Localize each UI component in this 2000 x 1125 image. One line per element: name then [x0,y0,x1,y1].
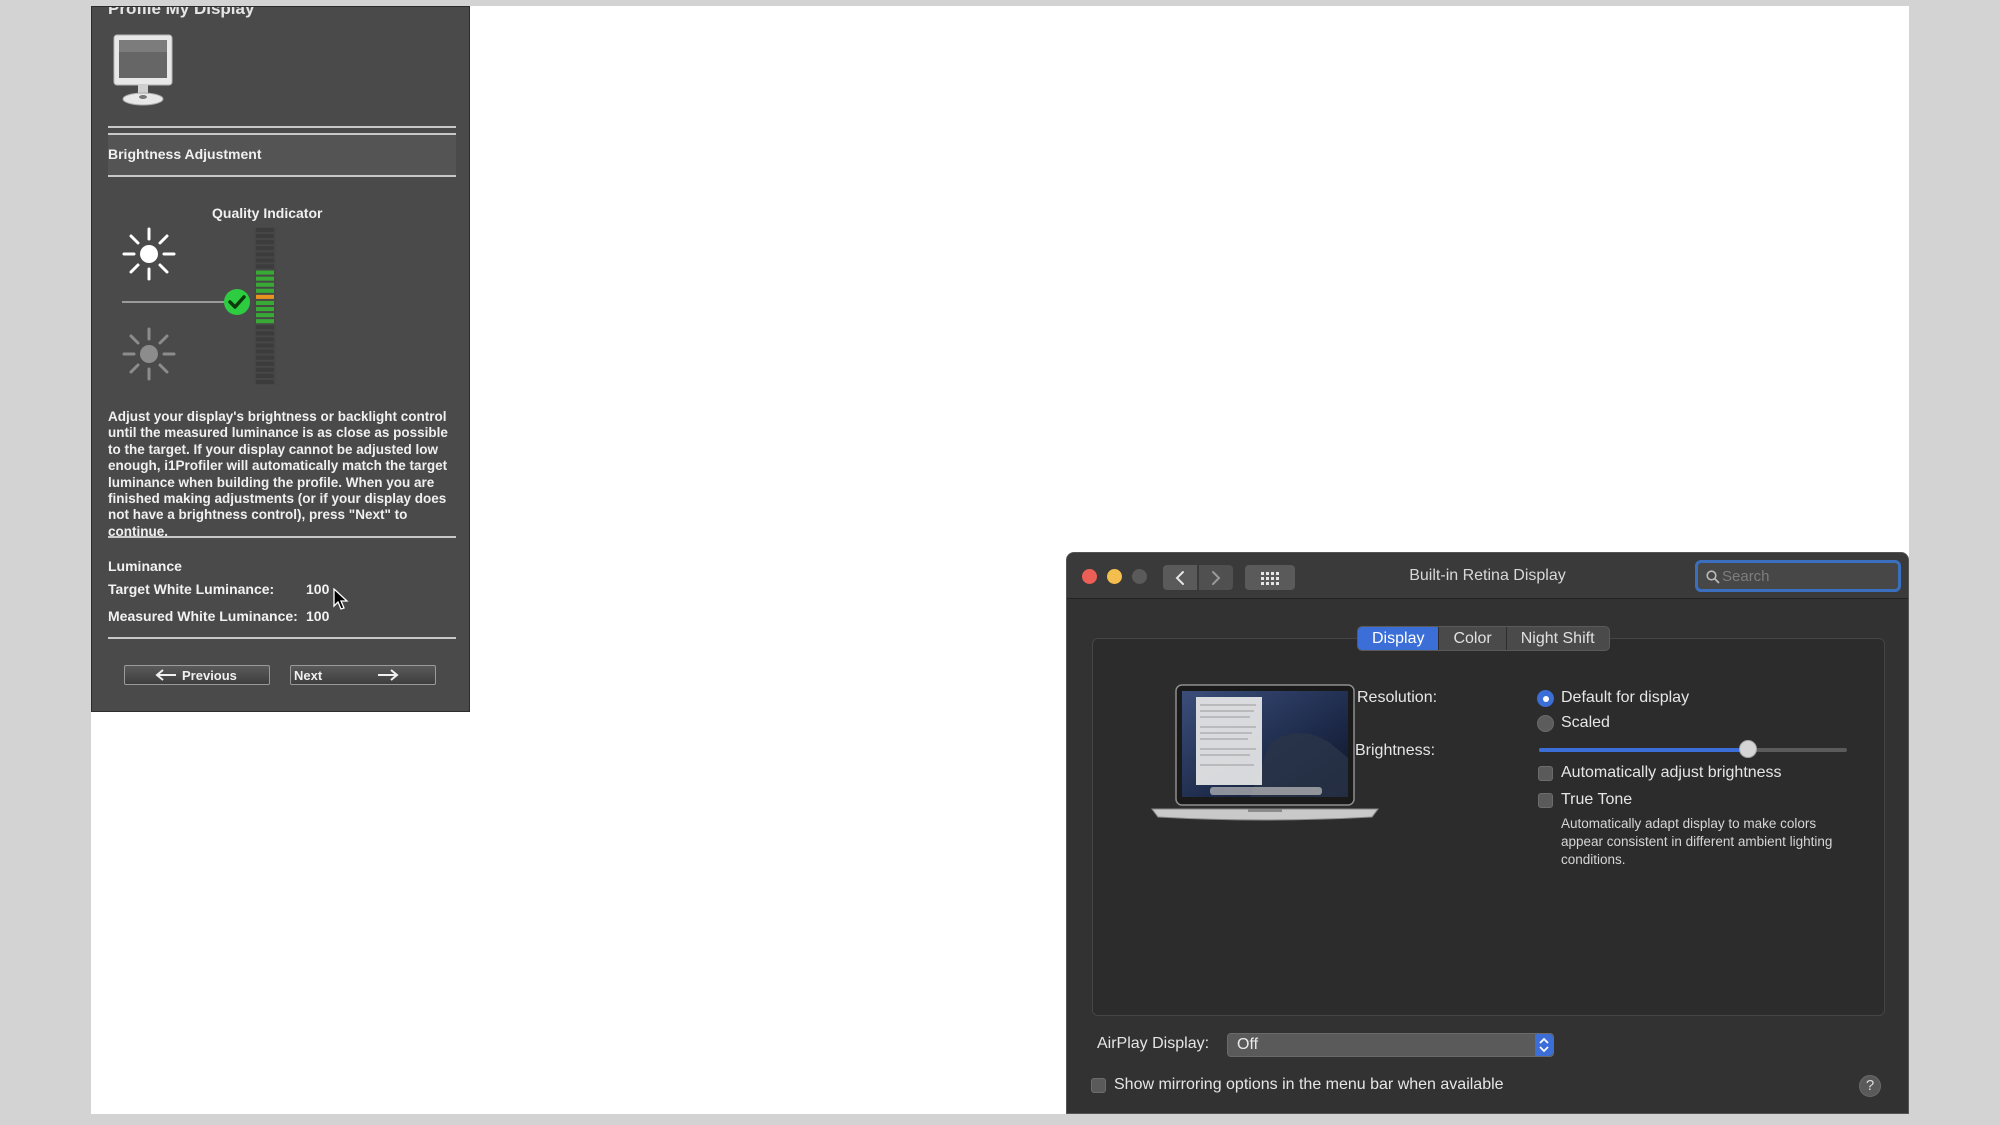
quality-meter-bar [256,307,274,312]
section-header: Brightness Adjustment [108,133,456,177]
measured-luminance-row: Measured White Luminance: 100 [108,608,329,624]
measured-luminance-label: Measured White Luminance: [108,608,298,624]
search-field[interactable] [1695,560,1901,592]
true-tone-description: Automatically adapt display to make colo… [1561,816,1833,867]
previous-label: Previous [182,668,237,683]
mirroring-options-checkbox[interactable] [1091,1078,1106,1093]
brightness-slider[interactable] [1539,748,1847,752]
quality-meter-bar [256,240,274,245]
measured-luminance-value: 100 [306,608,330,624]
tab-bar: Display Color Night Shift [1357,626,1610,651]
target-luminance-row: Target White Luminance: 100 [108,581,329,597]
quality-meter-bar [256,373,274,378]
next-button[interactable]: Next [290,665,436,685]
quality-meter-bar [256,367,274,372]
brightness-label: Brightness: [1355,742,1436,759]
select-stepper-icon [1535,1034,1553,1056]
quality-meter-bar [256,228,274,233]
search-input[interactable] [1722,566,1892,586]
i1profiler-panel: Profile My Display Brightness Adjustment… [91,6,470,712]
resolution-default-label[interactable]: Default for display [1561,689,1689,707]
checkmark-icon [224,289,250,315]
auto-brightness-checkbox[interactable] [1538,766,1553,781]
help-button[interactable]: ? [1859,1075,1881,1097]
quality-meter [254,227,276,385]
divider [108,637,456,639]
quality-meter-bar [256,319,274,324]
resolution-label: Resolution: [1357,689,1438,706]
resolution-default-radio[interactable] [1537,690,1554,707]
quality-meter-bar [256,258,274,263]
section-title: Brightness Adjustment [108,146,262,162]
quality-meter-bar [256,349,274,354]
quality-meter-bar [256,355,274,360]
search-icon [1706,570,1720,584]
resolution-scaled-label[interactable]: Scaled [1561,714,1610,732]
brightness-slider-fill [1539,748,1749,752]
quality-meter-bar [256,331,274,336]
title-bar: Built-in Retina Display [1067,553,1908,599]
next-label: Next [294,668,323,683]
luminance-heading: Luminance [108,558,182,574]
quality-meter-bar [256,276,274,281]
divider [108,536,456,538]
panel-title: Profile My Display [108,6,255,18]
quality-meter-bar [256,246,274,251]
quality-meter-bar [256,343,274,348]
quality-slider-track [122,301,232,303]
quality-meter-bar [256,264,274,269]
arrow-right-icon [378,669,399,681]
tab-night-shift[interactable]: Night Shift [1507,627,1609,650]
true-tone-label[interactable]: True Tone [1561,791,1632,809]
laptop-image [1151,684,1379,821]
quality-meter-bar [256,300,274,305]
sun-bright-icon [122,227,176,281]
quality-meter-bar [256,282,274,287]
airplay-display-select[interactable]: Off [1227,1033,1554,1057]
quality-meter-bar [256,294,274,299]
previous-button[interactable]: Previous [124,665,270,685]
quality-meter-bar [256,288,274,293]
quality-meter-bar [256,313,274,318]
quality-meter-bar [256,270,274,275]
cursor-icon [333,588,349,610]
quality-meter-bar [256,252,274,257]
quality-meter-bar [256,337,274,342]
tab-display[interactable]: Display [1358,627,1440,650]
quality-indicator-label: Quality Indicator [212,205,323,221]
resolution-scaled-radio[interactable] [1537,715,1554,732]
quality-meter-bar [256,325,274,330]
tab-color[interactable]: Color [1439,627,1507,650]
auto-brightness-label[interactable]: Automatically adjust brightness [1561,764,1782,782]
quality-meter-bar [256,361,274,366]
sun-dim-icon [122,327,176,381]
mirroring-options-label[interactable]: Show mirroring options in the menu bar w… [1114,1076,1504,1094]
arrow-left-icon [155,669,176,681]
true-tone-checkbox[interactable] [1538,793,1553,808]
monitor-icon [113,34,173,106]
display-preferences-window: Built-in Retina Display Display Color Ni… [1066,552,1909,1114]
target-luminance-label: Target White Luminance: [108,581,275,597]
quality-meter-bar [256,379,274,384]
instructions-text: Adjust your display's brightness or back… [108,409,448,539]
quality-meter-bar [256,234,274,239]
airplay-display-value: Off [1237,1036,1259,1053]
airplay-display-label: AirPlay Display: [1097,1035,1210,1052]
target-luminance-value: 100 [306,581,330,597]
divider [108,126,456,128]
